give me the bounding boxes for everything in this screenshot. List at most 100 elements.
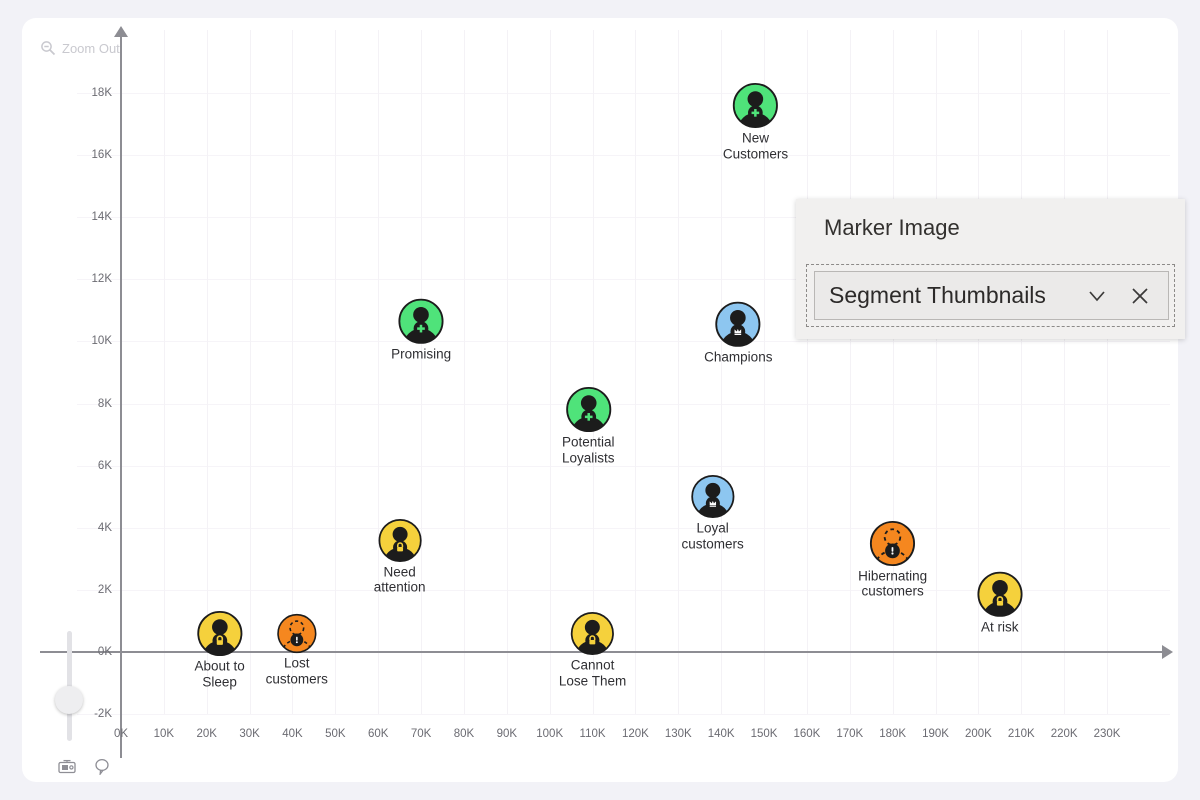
x-axis-tick-label: 130K [664, 728, 692, 740]
x-axis-tick-label: 90K [496, 728, 518, 740]
x-axis-tick-label: 140K [707, 728, 735, 740]
x-axis-tick-label: 60K [367, 728, 389, 740]
gridline-vertical [292, 30, 294, 714]
gridline-horizontal [77, 155, 1170, 157]
scatter-marker[interactable]: New Customers [723, 83, 788, 162]
y-axis-tick-label: 0K [97, 646, 112, 658]
marker-label: Potential Loyalists [561, 434, 615, 466]
chevron-down-icon[interactable] [1082, 281, 1112, 311]
axis-x-arrow [1162, 645, 1173, 659]
marker-label: At risk [981, 619, 1019, 635]
plot-area[interactable]: 18K 16K 14K 12K 10K 8K 6K 4K 2K 0K -2K 0K 10K 20K 30K 4… [22, 18, 1178, 782]
x-axis-tick-label: 150K [750, 728, 778, 740]
segment-avatar-icon [565, 387, 611, 433]
y-axis-tick-label: 4K [97, 521, 112, 534]
segment-avatar-icon [732, 83, 779, 129]
gridline-vertical [806, 30, 808, 714]
drop-zone[interactable]: Segment Thumbnails [806, 264, 1175, 327]
scatter-marker[interactable]: Potential Loyalists [562, 387, 615, 466]
panel-title: Marker Image [824, 215, 960, 240]
x-axis-tick-label: 230K [1093, 728, 1121, 740]
gridline-vertical [421, 30, 423, 714]
y-axis-tick-label: 10K [91, 335, 112, 348]
bottom-icon-group [58, 758, 110, 780]
x-axis-tick-label: 170K [836, 728, 864, 740]
x-axis-tick-label: 210K [1007, 728, 1035, 740]
y-axis-tick-label: 14K [91, 211, 112, 224]
x-axis-tick-label: 70K [410, 728, 432, 740]
scatter-marker[interactable]: Hibernating customers [858, 520, 927, 599]
gridline-vertical [549, 30, 551, 714]
segment-avatar-icon [277, 613, 317, 654]
x-axis-tick-label: 200K [964, 728, 992, 740]
x-axis-tick-label: 50K [325, 728, 346, 740]
gridline-vertical [463, 30, 465, 714]
marker-image-select-value: Segment Thumbnails [829, 282, 1046, 308]
segment-avatar-icon [398, 298, 444, 344]
gridline-vertical [378, 30, 380, 714]
gridline-horizontal [77, 527, 1170, 529]
x-axis-tick-label: 180K [879, 728, 907, 740]
x-axis-tick-label: 0K [113, 728, 129, 740]
y-axis-tick-label: 16K [91, 149, 112, 162]
segment-avatar-icon [570, 611, 615, 656]
gridline-vertical [1064, 30, 1066, 714]
gridline-vertical [1107, 30, 1108, 714]
x-axis-tick-label: 10K [153, 728, 175, 740]
segment-avatar-icon [197, 610, 243, 657]
gridline-vertical [849, 30, 851, 714]
gridline-horizontal [77, 714, 1170, 716]
marker-label: Hibernating customers [858, 568, 928, 599]
axis-y [120, 32, 122, 758]
x-axis-tick-label: 110K [579, 728, 606, 740]
y-axis-tick-label: 12K [91, 273, 112, 286]
marker-label: About to Sleep [194, 658, 245, 690]
segment-avatar-icon [378, 518, 422, 562]
scatter-marker[interactable]: Lost customers [265, 613, 328, 687]
segment-avatar-icon [870, 520, 916, 566]
segment-avatar-icon [715, 301, 761, 348]
scatter-marker[interactable]: Champions [704, 301, 772, 365]
gridline-vertical [335, 30, 337, 714]
speech-bubble-icon[interactable] [94, 758, 110, 780]
marker-label: Lost customers [265, 655, 328, 687]
scatter-marker[interactable]: Promising [391, 298, 451, 362]
x-axis-tick-label: 120K [621, 728, 649, 740]
scatter-marker[interactable]: At risk [977, 572, 1023, 636]
marker-label: Cannot Lose Them [558, 657, 627, 689]
chart-card: Zoom Out 18K 16K 14K 12K 10K 8K 6K 4K 2K 0K -2K 0K 1… [22, 18, 1178, 782]
segment-avatar-icon [691, 475, 735, 519]
x-axis-tick-label: 20K [196, 728, 217, 740]
y-axis-tick-label: 18K [91, 87, 112, 99]
camera-icon[interactable] [58, 759, 76, 780]
y-axis-tick-label: -2K [94, 708, 112, 721]
chart-page: Zoom Out 18K 16K 14K 12K 10K 8K 6K 4K 2K 0K -2K 0K 1… [0, 0, 1200, 800]
x-axis-tick-label: 190K [922, 728, 949, 740]
gridline-horizontal [77, 341, 1170, 343]
marker-label: Loyal customers [681, 520, 744, 552]
gridline-vertical [635, 30, 637, 714]
scatter-marker[interactable]: Loyal customers [681, 475, 744, 552]
x-axis-tick-label: 30K [239, 728, 260, 740]
scatter-marker[interactable]: Cannot Lose Them [558, 611, 627, 689]
x-axis-tick-label: 40K [282, 728, 303, 740]
marker-image-panel: Marker Image Segment Thumbnails [796, 199, 1185, 339]
gridline-vertical [678, 30, 680, 714]
marker-image-select[interactable]: Segment Thumbnails [814, 271, 1169, 320]
gridline-horizontal [77, 465, 1170, 467]
close-icon[interactable] [1126, 282, 1154, 310]
x-axis-tick-label: 220K [1050, 728, 1078, 740]
gridline-vertical [249, 30, 251, 714]
marker-label: Need attention [373, 564, 426, 595]
scatter-marker[interactable]: Need attention [374, 518, 426, 595]
marker-label: New Customers [722, 130, 789, 162]
marker-label: Champions [704, 349, 773, 365]
gridline-horizontal [77, 93, 1170, 94]
scatter-marker[interactable]: About to Sleep [194, 610, 245, 690]
vertical-zoom-slider-handle[interactable] [55, 686, 83, 714]
x-axis-tick-label: 100K [536, 728, 564, 740]
x-axis-tick-label: 80K [453, 728, 475, 740]
gridline-vertical [892, 30, 894, 714]
y-axis-tick-label: 6K [97, 459, 112, 472]
segment-avatar-icon [977, 572, 1023, 618]
